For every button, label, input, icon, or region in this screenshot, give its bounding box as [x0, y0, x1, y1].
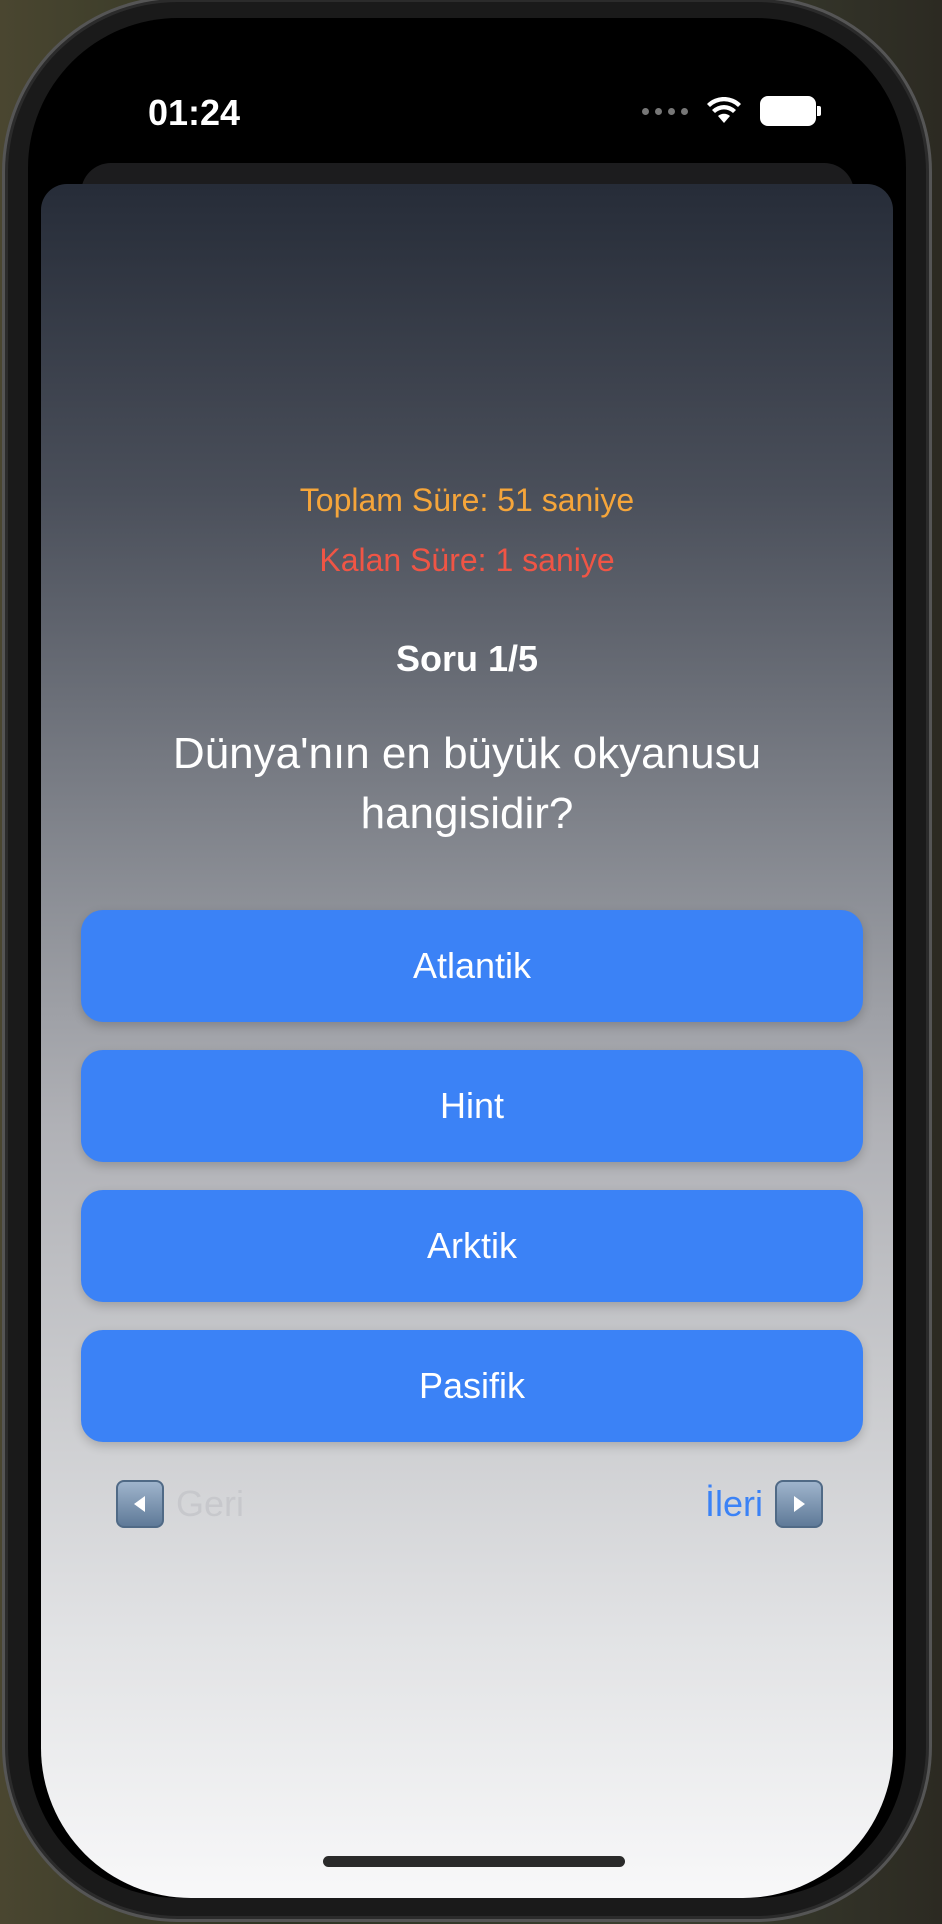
phone-frame: 01:24 Toplam Süre: 51 saniye Kalan Süre:… [8, 2, 926, 1916]
back-label: Geri [176, 1483, 245, 1524]
remaining-time-label: Kalan Süre: 1 saniye [319, 542, 615, 578]
home-indicator[interactable] [323, 1856, 625, 1867]
wifi-icon [707, 97, 741, 123]
answer-button-pasifik[interactable]: Pasifik [81, 1330, 863, 1442]
right-arrow-icon [775, 1480, 823, 1528]
back-button[interactable]: Geri [116, 1480, 244, 1528]
question-counter: Soru 1/5 [395, 638, 539, 679]
status-time: 01:24 [148, 92, 241, 133]
question-text: Dünya'nın en büyük okyanusu hangisidir? [172, 729, 762, 838]
total-time-label: Toplam Süre: 51 saniye [299, 482, 635, 518]
answer-button-arktik[interactable]: Arktik [81, 1190, 863, 1302]
quiz-sheet: Toplam Süre: 51 saniye Kalan Süre: 1 san… [41, 184, 893, 1898]
phone-screen: 01:24 Toplam Süre: 51 saniye Kalan Süre:… [28, 18, 906, 1898]
left-arrow-icon [116, 1480, 164, 1528]
next-label: İleri [704, 1483, 763, 1524]
next-button[interactable]: İleri [705, 1480, 823, 1528]
status-icons [642, 96, 821, 126]
answer-button-hint[interactable]: Hint [81, 1050, 863, 1162]
answer-button-atlantik[interactable]: Atlantik [81, 910, 863, 1022]
cellular-signal-icon [642, 107, 688, 115]
battery-icon [760, 96, 821, 126]
